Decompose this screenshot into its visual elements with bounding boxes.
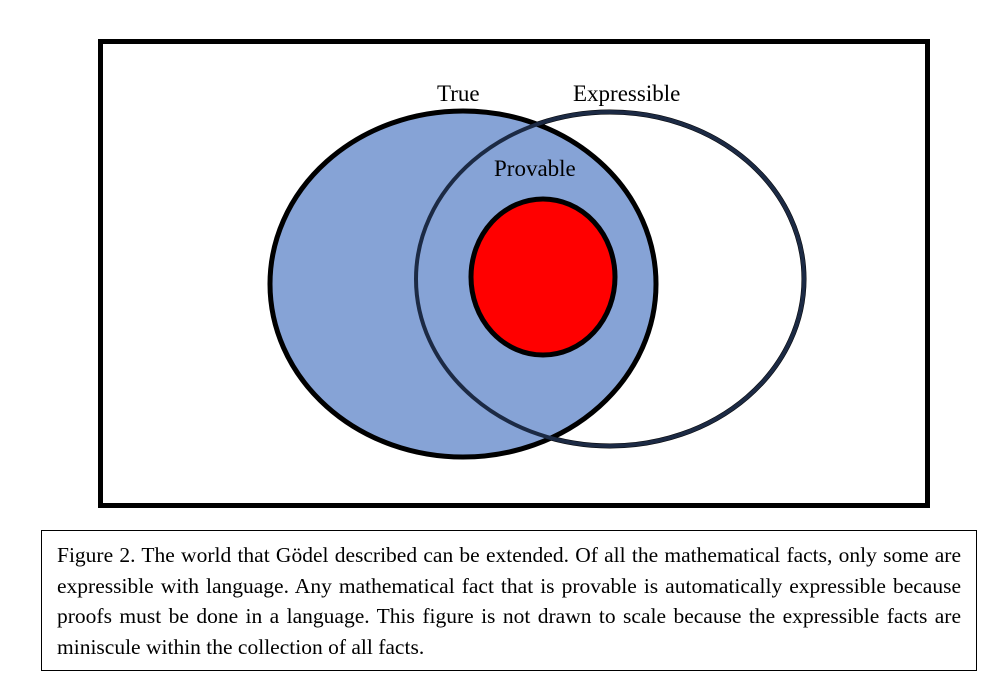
figure-caption-box: Figure 2. The world that Gödel described… [41,530,977,671]
expressible-label: Expressible [573,81,680,106]
venn-diagram: True Expressible Provable [267,81,807,460]
figure-caption: Figure 2. The world that Gödel described… [57,543,961,659]
true-label: True [437,81,480,106]
provable-set [468,196,618,358]
provable-label: Provable [494,156,576,181]
